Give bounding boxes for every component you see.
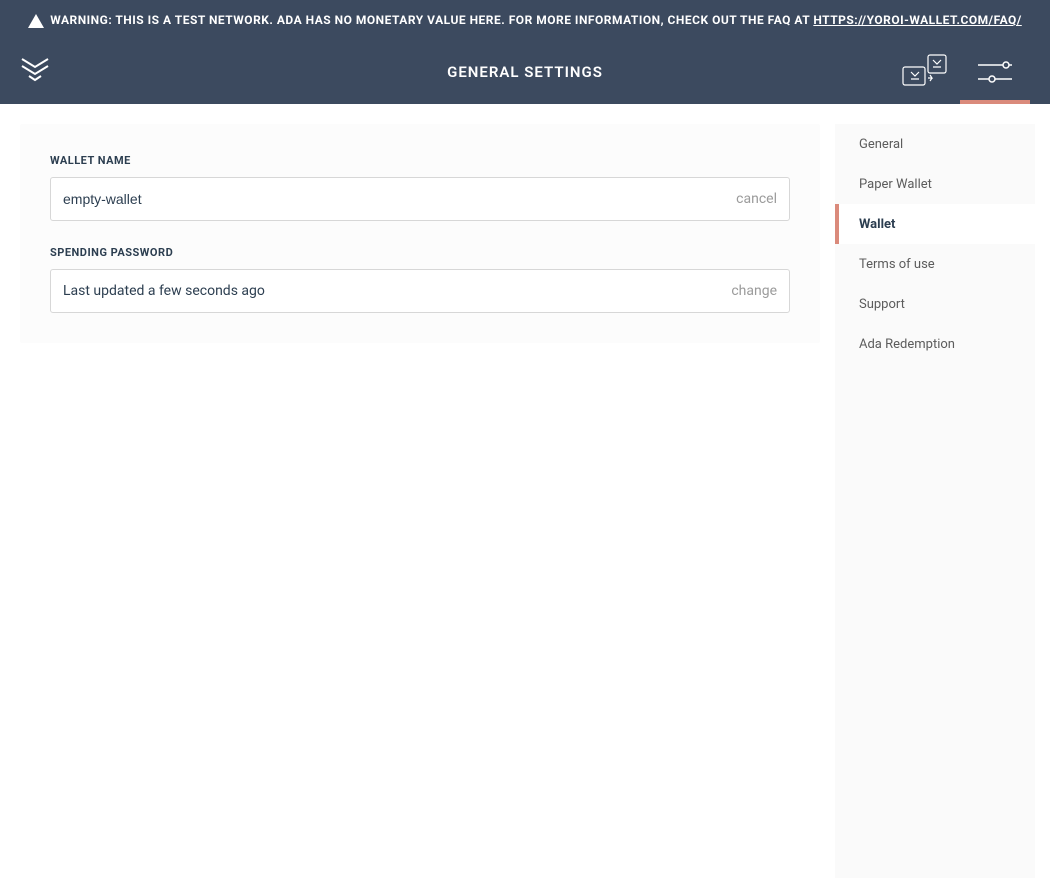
settings-button[interactable] xyxy=(960,40,1030,104)
wallet-name-input[interactable] xyxy=(63,178,726,220)
sidebar-item-label: Terms of use xyxy=(859,257,935,272)
sidebar-item-label: Paper Wallet xyxy=(859,177,932,192)
content: WALLET NAME cancel SPENDING PASSWORD Las… xyxy=(0,104,1050,878)
warning-text: WARNING: THIS IS A TEST NETWORK. ADA HAS… xyxy=(50,13,813,27)
warning-banner: WARNING: THIS IS A TEST NETWORK. ADA HAS… xyxy=(0,0,1050,40)
warning-icon xyxy=(28,14,44,28)
spending-password-label: SPENDING PASSWORD xyxy=(50,246,790,259)
transfer-icon xyxy=(902,53,948,91)
spending-password-status: Last updated a few seconds ago xyxy=(63,283,721,299)
sidebar-item-paper-wallet[interactable]: Paper Wallet xyxy=(835,164,1035,204)
sidebar-item-label: General xyxy=(859,137,903,152)
header: GENERAL SETTINGS xyxy=(0,40,1050,104)
sidebar-item-label: Ada Redemption xyxy=(859,337,955,352)
sidebar-item-terms-of-use[interactable]: Terms of use xyxy=(835,244,1035,284)
warning-faq-link[interactable]: HTTPS://YOROI-WALLET.COM/FAQ/ xyxy=(813,13,1021,27)
spending-password-field-row: Last updated a few seconds ago change xyxy=(50,269,790,313)
sidebar-item-label: Wallet xyxy=(859,217,895,232)
yoroi-logo-icon[interactable] xyxy=(20,55,50,89)
main-panel: WALLET NAME cancel SPENDING PASSWORD Las… xyxy=(0,124,835,878)
page-title: GENERAL SETTINGS xyxy=(447,63,603,81)
sidebar-item-support[interactable]: Support xyxy=(835,284,1035,324)
sidebar-item-general[interactable]: General xyxy=(835,124,1035,164)
wallet-name-cancel-button[interactable]: cancel xyxy=(726,191,777,207)
sidebar-item-wallet[interactable]: Wallet xyxy=(835,204,1035,244)
wallet-name-field-row: cancel xyxy=(50,177,790,221)
header-actions xyxy=(890,40,1030,104)
sidebar-item-label: Support xyxy=(859,297,905,312)
daedalus-transfer-button[interactable] xyxy=(890,40,960,104)
sliders-icon xyxy=(978,60,1012,84)
settings-card: WALLET NAME cancel SPENDING PASSWORD Las… xyxy=(20,124,820,343)
sidebar: General Paper Wallet Wallet Terms of use… xyxy=(835,124,1035,878)
spending-password-change-button[interactable]: change xyxy=(721,283,777,299)
wallet-name-label: WALLET NAME xyxy=(50,154,790,167)
sidebar-item-ada-redemption[interactable]: Ada Redemption xyxy=(835,324,1035,364)
